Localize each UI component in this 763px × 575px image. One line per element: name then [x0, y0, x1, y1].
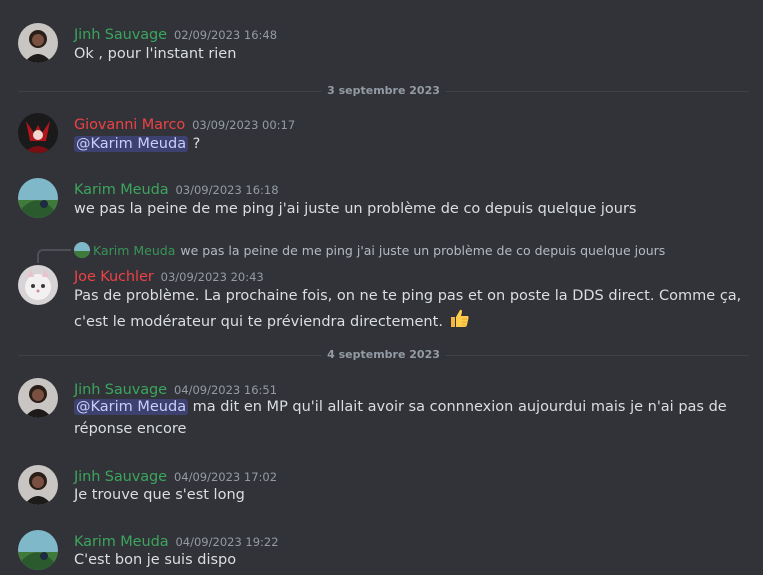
message-text-block: @Karim Meuda ma dit en MP qu'il allait a…: [74, 396, 751, 440]
avatar[interactable]: [18, 265, 58, 305]
username[interactable]: Jinh Sauvage: [74, 469, 167, 485]
message-item: Giovanni Marco 03/09/2023 00:17 @Karim Me…: [0, 110, 763, 156]
avatar[interactable]: [18, 465, 58, 505]
message-text: we pas la peine de me ping j'ai juste un…: [74, 201, 637, 217]
date-divider-label: 4 septembre 2023: [321, 348, 446, 361]
timestamp: 04/09/2023 19:22: [175, 535, 279, 549]
reply-author[interactable]: Karim Meuda: [93, 243, 175, 258]
reply-spine: [37, 249, 71, 263]
message-item: Karim Meuda 03/09/2023 16:18 we pas la pe…: [0, 175, 763, 221]
date-divider: 3 septembre 2023: [18, 84, 749, 97]
thumbs-up-icon: [448, 307, 470, 336]
message-text: Pas de problème. La prochaine fois, on n…: [74, 288, 742, 330]
message-item: Jinh Sauvage 04/09/2023 17:02 Je trouve q…: [0, 462, 763, 508]
user-mention[interactable]: @Karim Meuda: [74, 399, 189, 415]
username[interactable]: Karim Meuda: [74, 534, 169, 550]
avatar[interactable]: [18, 113, 58, 153]
username[interactable]: Giovanni Marco: [74, 117, 185, 133]
timestamp: 03/09/2023 16:18: [175, 183, 279, 197]
message-item: Jinh Sauvage 02/09/2023 16:48 Ok , pour l…: [0, 20, 763, 66]
avatar[interactable]: [18, 378, 58, 418]
avatar[interactable]: [18, 23, 58, 63]
message-text-suffix: ?: [188, 136, 201, 152]
reply-avatar: [74, 242, 90, 258]
username[interactable]: Joe Kuchler: [74, 269, 154, 285]
timestamp: 02/09/2023 16:48: [173, 28, 278, 42]
message-text: Ok , pour l'instant rien: [74, 46, 237, 62]
message-text: Je trouve que s'est long: [74, 487, 245, 503]
message-text-block: Pas de problème. La prochaine fois, on n…: [74, 285, 751, 336]
message-item: Karim Meuda 04/09/2023 19:22 C'est bon je…: [0, 527, 763, 573]
username[interactable]: Karim Meuda: [74, 182, 169, 198]
timestamp: 03/09/2023 00:17: [192, 118, 296, 132]
message-text: C'est bon je suis dispo: [74, 552, 237, 568]
reply-preview[interactable]: Karim Meuda we pas la peine de me ping j'…: [74, 242, 665, 258]
avatar[interactable]: [18, 530, 58, 570]
timestamp: 03/09/2023 20:43: [160, 270, 264, 284]
timestamp: 04/09/2023 16:51: [173, 383, 278, 397]
message-item: Jinh Sauvage 04/09/2023 16:51 @Karim Meud…: [0, 375, 763, 445]
message-text: @Karim Meuda ?: [74, 133, 751, 155]
avatar[interactable]: [18, 178, 58, 218]
reply-text: we pas la peine de me ping j'ai juste un…: [180, 243, 666, 258]
timestamp: 04/09/2023 17:02: [173, 470, 278, 484]
date-divider: 4 septembre 2023: [18, 348, 749, 361]
user-mention[interactable]: @Karim Meuda: [74, 136, 189, 152]
message-item: Joe Kuchler 03/09/2023 20:43 Pas de probl…: [0, 262, 763, 334]
username[interactable]: Jinh Sauvage: [74, 27, 167, 43]
date-divider-label: 3 septembre 2023: [321, 84, 446, 97]
